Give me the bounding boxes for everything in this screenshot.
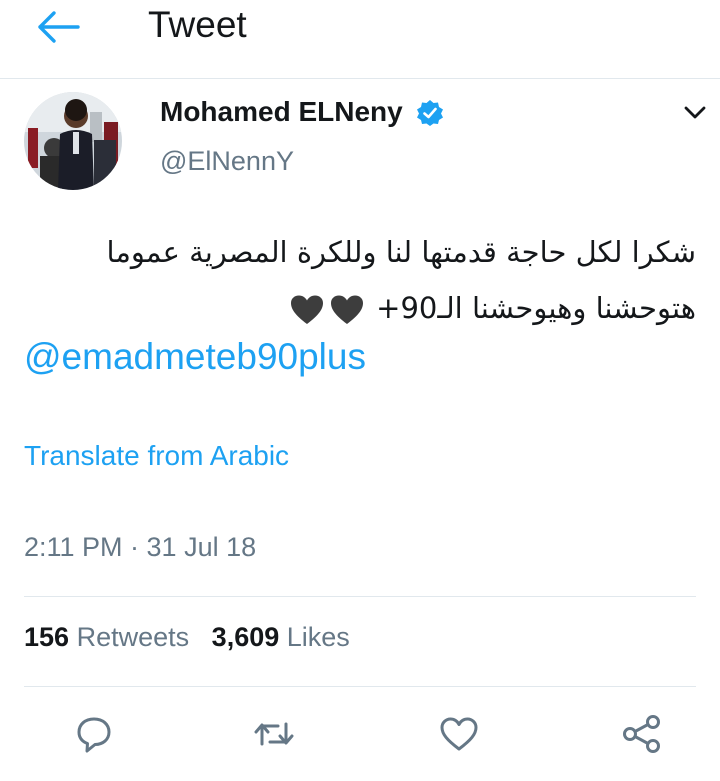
heart-emojis xyxy=(287,280,367,336)
share-icon[interactable] xyxy=(620,712,664,756)
engagement-stats: 156 Retweets 3,609 Likes xyxy=(24,622,350,653)
action-bar xyxy=(0,712,720,762)
retweet-icon[interactable] xyxy=(252,712,296,756)
mention-link[interactable]: @emadmeteb90plus xyxy=(24,336,366,378)
reply-icon[interactable] xyxy=(72,712,116,756)
divider xyxy=(24,596,696,597)
black-heart-icon xyxy=(330,295,363,324)
tweet-timestamp: 2:11 PM · 31 Jul 18 xyxy=(24,532,257,562)
translate-link[interactable]: Translate from Arabic xyxy=(24,440,289,472)
black-heart-icon xyxy=(290,295,323,324)
likes-count: 3,609 xyxy=(211,622,280,652)
author-handle: @ElNennY xyxy=(160,146,294,176)
tweet-text: شكرا لكل حاجة قدمتها لنا وللكرة المصرية … xyxy=(24,224,696,336)
chevron-down-icon[interactable] xyxy=(680,100,710,124)
tweet-line-1: شكرا لكل حاجة قدمتها لنا وللكرة المصرية … xyxy=(106,235,696,269)
likes-label: Likes xyxy=(286,622,350,652)
author-name[interactable]: Mohamed ELNeny xyxy=(160,96,403,128)
top-bar: Tweet xyxy=(0,0,720,79)
retweets-label: Retweets xyxy=(76,622,190,652)
like-icon[interactable] xyxy=(437,712,481,756)
retweets-count: 156 xyxy=(24,622,70,652)
back-arrow-icon[interactable] xyxy=(36,10,82,44)
divider xyxy=(24,686,696,687)
tweet-line-2: هتوحشنا وهيوحشنا الـ90+ xyxy=(24,280,696,336)
verified-badge-icon xyxy=(417,100,443,126)
profile-photo-icon xyxy=(24,92,122,190)
retweets-stat[interactable]: 156 Retweets xyxy=(24,622,197,652)
tweet-line-2-text: هتوحشنا وهيوحشنا الـ90+ xyxy=(376,291,696,325)
page-title: Tweet xyxy=(148,4,247,45)
avatar[interactable] xyxy=(24,92,122,190)
likes-stat[interactable]: 3,609 Likes xyxy=(212,622,350,652)
